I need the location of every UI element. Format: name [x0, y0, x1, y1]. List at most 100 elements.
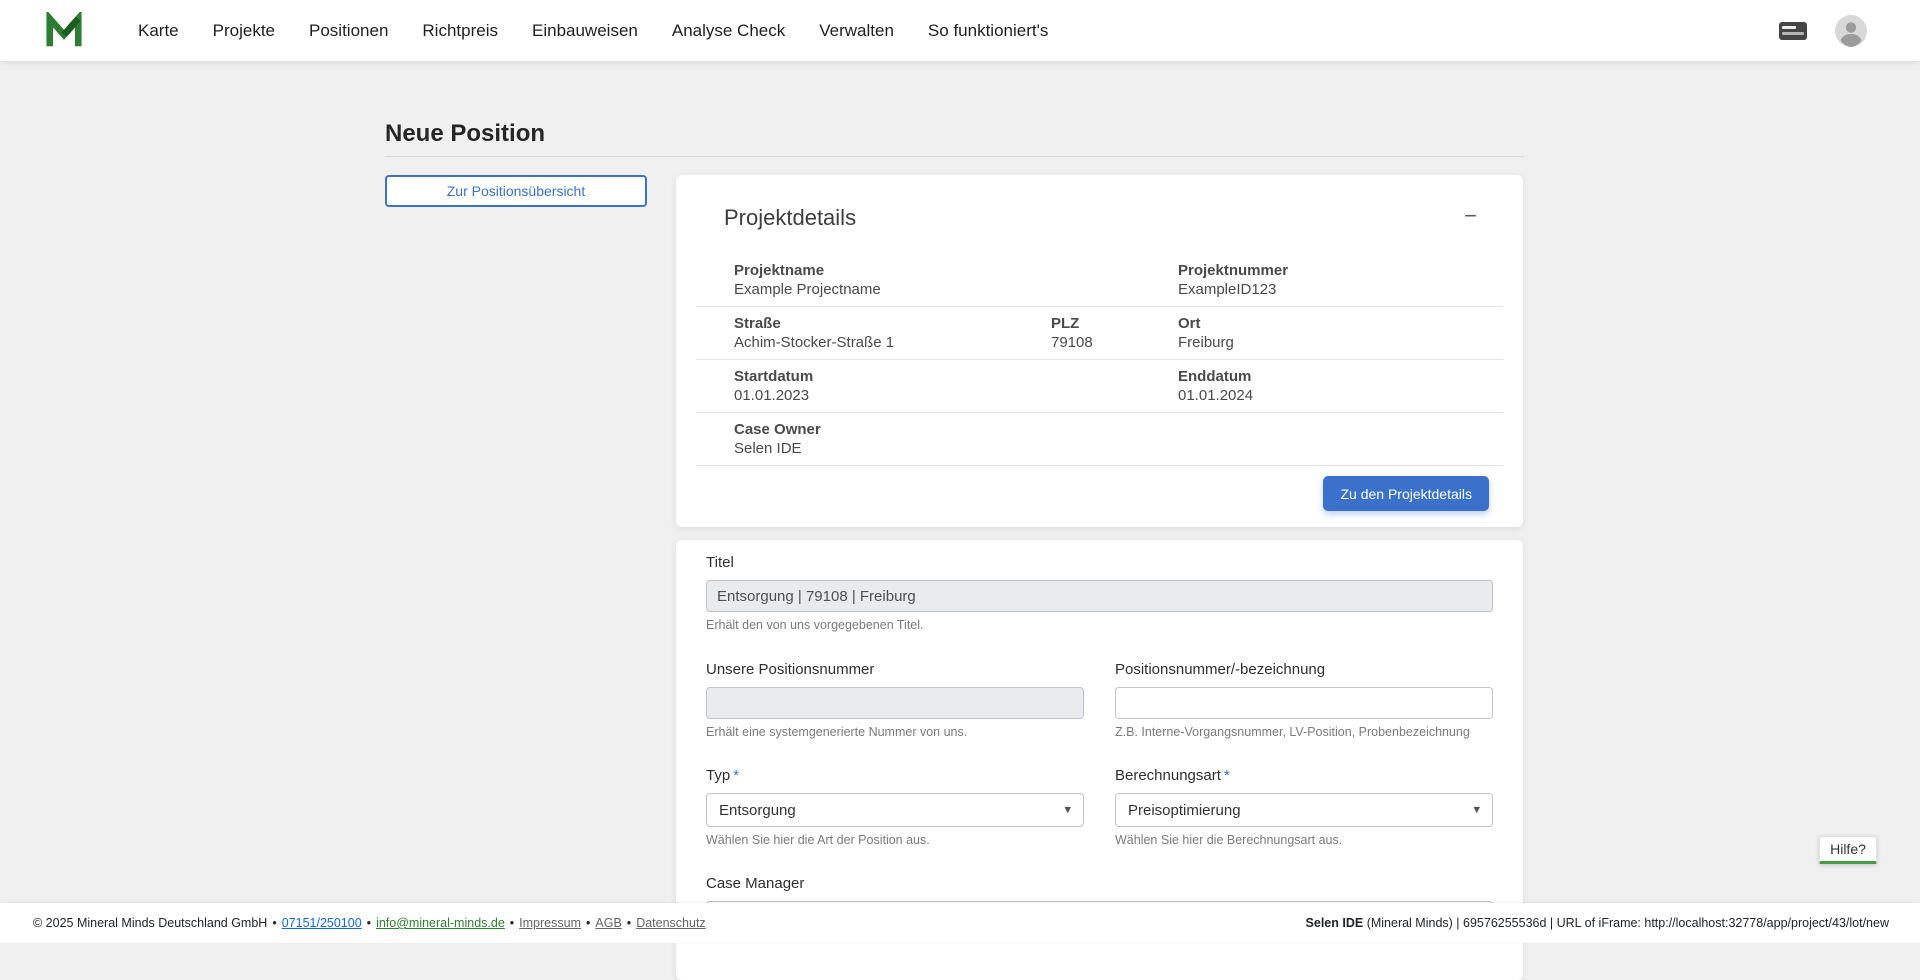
left-column: Zur Positionsübersicht: [385, 175, 647, 207]
navbar: Karte Projekte Positionen Richtpreis Ein…: [0, 0, 1920, 61]
berechnungsart-select[interactable]: Preisoptimierung ▾: [1115, 793, 1493, 827]
chevron-down-icon: ▾: [1473, 802, 1480, 818]
footer-agb-link[interactable]: AGB: [595, 916, 621, 930]
nav-item-verwalten[interactable]: Verwalten: [819, 21, 894, 41]
project-details-table: Projektname Example Projectname Projektn…: [696, 254, 1503, 466]
table-row: Projektname Example Projectname Projektn…: [696, 254, 1503, 307]
unsere-positionsnummer-field: Unsere Positionsnummer Erhält eine syste…: [706, 661, 1084, 740]
field-case-owner: Case Owner Selen IDE: [734, 421, 1503, 457]
typ-select-value: Entsorgung: [719, 802, 796, 819]
table-row: Case Owner Selen IDE: [696, 413, 1503, 466]
field-startdatum: Startdatum 01.01.2023: [734, 368, 1178, 404]
required-asterisk: *: [1224, 767, 1230, 784]
unsere-positionsnummer-helper: Erhält eine systemgenerierte Nummer von …: [706, 725, 1084, 740]
field-projektnummer: Projektnummer ExampleID123: [1178, 262, 1503, 298]
field-value: Achim-Stocker-Straße 1: [734, 334, 1051, 351]
collapse-minus-icon[interactable]: −: [1464, 205, 1477, 227]
typ-field: Typ* Entsorgung ▾ Wählen Sie hier die Ar…: [706, 767, 1084, 848]
footer-phone-link[interactable]: 07151/250100: [282, 916, 362, 930]
footer-session-info: Selen IDE (Mineral Minds) | 69576255536d…: [1306, 916, 1889, 930]
field-label: PLZ: [1051, 315, 1178, 332]
footer-session-details: (Mineral Minds) | 69576255536d | URL of …: [1363, 916, 1889, 930]
berechnungsart-label-text: Berechnungsart: [1115, 767, 1221, 784]
field-value: 01.01.2023: [734, 387, 1178, 404]
field-value: 01.01.2024: [1178, 387, 1503, 404]
nav-item-positionen[interactable]: Positionen: [309, 21, 388, 41]
field-value: ExampleID123: [1178, 281, 1503, 298]
berechnungsart-label: Berechnungsart*: [1115, 767, 1493, 785]
titel-input[interactable]: [706, 580, 1493, 612]
mineral-minds-logo-icon[interactable]: [45, 12, 83, 50]
content-row: Zur Positionsübersicht Projektdetails − …: [385, 175, 1524, 980]
main-content: Neue Position Zur Positionsübersicht Pro…: [385, 120, 1524, 980]
nav-item-projekte[interactable]: Projekte: [213, 21, 275, 41]
berechnungsart-helper: Wählen Sie hier die Berechnungsart aus.: [1115, 833, 1493, 848]
position-number-row: Unsere Positionsnummer Erhält eine syste…: [706, 661, 1493, 740]
case-manager-label: Case Manager: [706, 875, 1493, 893]
user-avatar-icon[interactable]: [1835, 15, 1867, 47]
field-label: Case Owner: [734, 421, 1503, 438]
required-asterisk: *: [733, 767, 739, 784]
nav-item-analyse-check[interactable]: Analyse Check: [672, 21, 785, 41]
field-strasse: Straße Achim-Stocker-Straße 1: [734, 315, 1051, 351]
field-label: Enddatum: [1178, 368, 1503, 385]
field-label: Projektnummer: [1178, 262, 1503, 279]
positionsbezeichnung-field: Positionsnummer/-bezeichnung Z.B. Intern…: [1115, 661, 1493, 740]
go-to-project-details-button[interactable]: Zu den Projektdetails: [1323, 476, 1489, 511]
field-projektname: Projektname Example Projectname: [734, 262, 1178, 298]
nav-item-so-funktionierts[interactable]: So funktioniert's: [928, 21, 1048, 41]
footer-separator: •: [627, 916, 631, 930]
footer-impressum-link[interactable]: Impressum: [519, 916, 581, 930]
project-card-header: Projektdetails −: [676, 175, 1523, 254]
title-divider: [385, 156, 1524, 157]
field-ort: Ort Freiburg: [1178, 315, 1503, 351]
footer-separator: •: [586, 916, 590, 930]
field-label: Projektname: [734, 262, 1178, 279]
footer-copyright: © 2025 Mineral Minds Deutschland GmbH: [33, 916, 267, 930]
footer-separator: •: [272, 916, 276, 930]
back-to-positions-button[interactable]: Zur Positionsübersicht: [385, 175, 647, 207]
table-row: Straße Achim-Stocker-Straße 1 PLZ 79108 …: [696, 307, 1503, 360]
typ-select[interactable]: Entsorgung ▾: [706, 793, 1084, 827]
positionsbezeichnung-label: Positionsnummer/-bezeichnung: [1115, 661, 1493, 679]
main-nav: Karte Projekte Positionen Richtpreis Ein…: [138, 21, 1048, 41]
project-card-footer: Zu den Projektdetails: [676, 466, 1523, 527]
footer-left: © 2025 Mineral Minds Deutschland GmbH • …: [33, 916, 706, 930]
field-enddatum: Enddatum 01.01.2024: [1178, 368, 1503, 404]
berechnungsart-select-value: Preisoptimierung: [1128, 802, 1241, 819]
nav-item-karte[interactable]: Karte: [138, 21, 179, 41]
field-value: Freiburg: [1178, 334, 1503, 351]
typ-helper: Wählen Sie hier die Art der Position aus…: [706, 833, 1084, 848]
help-button[interactable]: Hilfe?: [1819, 836, 1877, 864]
footer-session-user: Selen IDE: [1306, 916, 1364, 930]
titel-field: Titel Erhält den von uns vorgegebenen Ti…: [706, 554, 1493, 633]
typ-label-text: Typ: [706, 767, 730, 784]
berechnungsart-field: Berechnungsart* Preisoptimierung ▾ Wähle…: [1115, 767, 1493, 848]
footer: © 2025 Mineral Minds Deutschland GmbH • …: [0, 903, 1920, 943]
field-label: Straße: [734, 315, 1051, 332]
field-value: Selen IDE: [734, 440, 1503, 457]
footer-separator: •: [510, 916, 514, 930]
positionsbezeichnung-helper: Z.B. Interne-Vorgangsnummer, LV-Position…: [1115, 725, 1493, 740]
chevron-down-icon: ▾: [1064, 802, 1071, 818]
titel-helper: Erhält den von uns vorgegebenen Titel.: [706, 618, 1493, 633]
page-title: Neue Position: [385, 120, 1524, 148]
positionsbezeichnung-input[interactable]: [1115, 687, 1493, 719]
project-card-title: Projektdetails: [724, 205, 856, 231]
footer-datenschutz-link[interactable]: Datenschutz: [636, 916, 705, 930]
server-icon[interactable]: [1778, 19, 1808, 43]
table-row: Startdatum 01.01.2023 Enddatum 01.01.202…: [696, 360, 1503, 413]
footer-separator: •: [367, 916, 371, 930]
footer-email-link[interactable]: info@mineral-minds.de: [376, 916, 505, 930]
field-value: Example Projectname: [734, 281, 1178, 298]
typ-label: Typ*: [706, 767, 1084, 785]
nav-item-richtpreis[interactable]: Richtpreis: [422, 21, 498, 41]
project-details-card: Projektdetails − Projektname Example Pro…: [676, 175, 1523, 527]
field-label: Startdatum: [734, 368, 1178, 385]
field-label: Ort: [1178, 315, 1503, 332]
field-value: 79108: [1051, 334, 1178, 351]
titel-label: Titel: [706, 554, 1493, 572]
type-calculation-row: Typ* Entsorgung ▾ Wählen Sie hier die Ar…: [706, 767, 1493, 848]
unsere-positionsnummer-input[interactable]: [706, 687, 1084, 719]
nav-item-einbauweisen[interactable]: Einbauweisen: [532, 21, 638, 41]
